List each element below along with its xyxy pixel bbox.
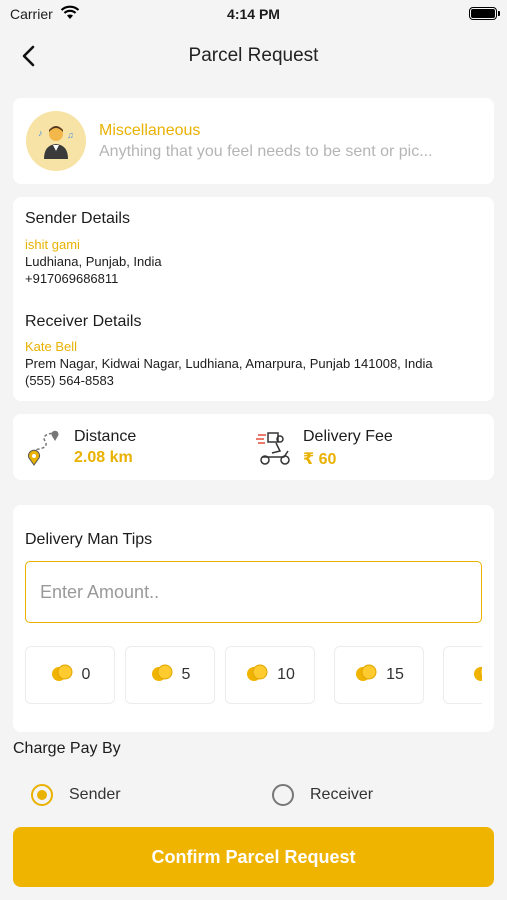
coins-icon (50, 663, 74, 688)
delivery-fee-value: ₹ 60 (303, 451, 337, 468)
tip-chip-label: 5 (181, 666, 191, 683)
tip-chip[interactable]: 5 (125, 646, 215, 704)
tip-chip[interactable]: 10 (225, 646, 315, 704)
tip-chip-label: 15 (386, 666, 404, 683)
sender-address: Ludhiana, Punjab, India (25, 254, 162, 269)
tip-chip[interactable] (443, 646, 482, 704)
person-with-music-notes-icon: ♪ ♫ (26, 111, 86, 171)
tip-chip-label: 10 (277, 666, 295, 683)
fee-card: Distance 2.08 km Delivery Fee ₹ 60 (13, 414, 494, 480)
confirm-parcel-request-button[interactable]: Confirm Parcel Request (13, 827, 494, 887)
receiver-heading: Receiver Details (25, 313, 142, 330)
category-description: Anything that you feel needs to be sent … (99, 143, 433, 160)
charge-heading: Charge Pay By (13, 740, 121, 757)
sender-name: ishit gami (25, 237, 80, 252)
tip-chip-label: 0 (81, 666, 91, 683)
coins-icon (472, 663, 482, 688)
coins-icon (150, 663, 174, 688)
pay-by-sender-label: Sender (69, 786, 121, 803)
svg-text:♪: ♪ (38, 128, 43, 138)
pay-by-receiver-label: Receiver (310, 786, 374, 803)
battery-icon (469, 7, 500, 20)
tips-card: Delivery Man Tips 0 5 10 15 (13, 505, 494, 732)
page-title: Parcel Request (188, 45, 319, 66)
distance-label: Distance (74, 428, 137, 445)
category-name: Miscellaneous (99, 122, 201, 139)
tips-heading: Delivery Man Tips (25, 531, 153, 548)
sender-phone: +917069686811 (25, 271, 119, 286)
route-pin-icon (25, 427, 65, 467)
delivery-fee-label: Delivery Fee (303, 428, 393, 445)
coins-icon (354, 663, 378, 688)
delivery-scooter-icon (254, 427, 294, 467)
nav-bar: Parcel Request (0, 28, 507, 84)
category-card[interactable]: ♪ ♫ Miscellaneous Anything that you feel… (13, 98, 494, 184)
tip-chip[interactable]: 0 (25, 646, 115, 704)
receiver-phone: (555) 564-8583 (25, 373, 114, 388)
distance-value: 2.08 km (74, 449, 133, 466)
receiver-address: Prem Nagar, Kidwai Nagar, Ludhiana, Amar… (25, 356, 433, 371)
tip-amount-input[interactable] (25, 561, 482, 623)
pay-by-sender-option[interactable]: Sender (31, 783, 121, 807)
radio-unselected-icon[interactable] (272, 784, 294, 806)
address-card: Sender Details ishit gami Ludhiana, Punj… (13, 197, 494, 401)
clock: 4:14 PM (227, 6, 280, 22)
coins-icon (245, 663, 269, 688)
sender-heading: Sender Details (25, 210, 130, 227)
tip-chips: 0 5 10 15 (25, 646, 482, 706)
receiver-name: Kate Bell (25, 339, 78, 354)
radio-selected-icon[interactable] (31, 784, 53, 806)
svg-text:♫: ♫ (67, 130, 74, 140)
status-bar: Carrier 4:14 PM (0, 0, 507, 28)
tip-chip[interactable]: 15 (334, 646, 424, 704)
pay-by-receiver-option[interactable]: Receiver (272, 783, 373, 807)
